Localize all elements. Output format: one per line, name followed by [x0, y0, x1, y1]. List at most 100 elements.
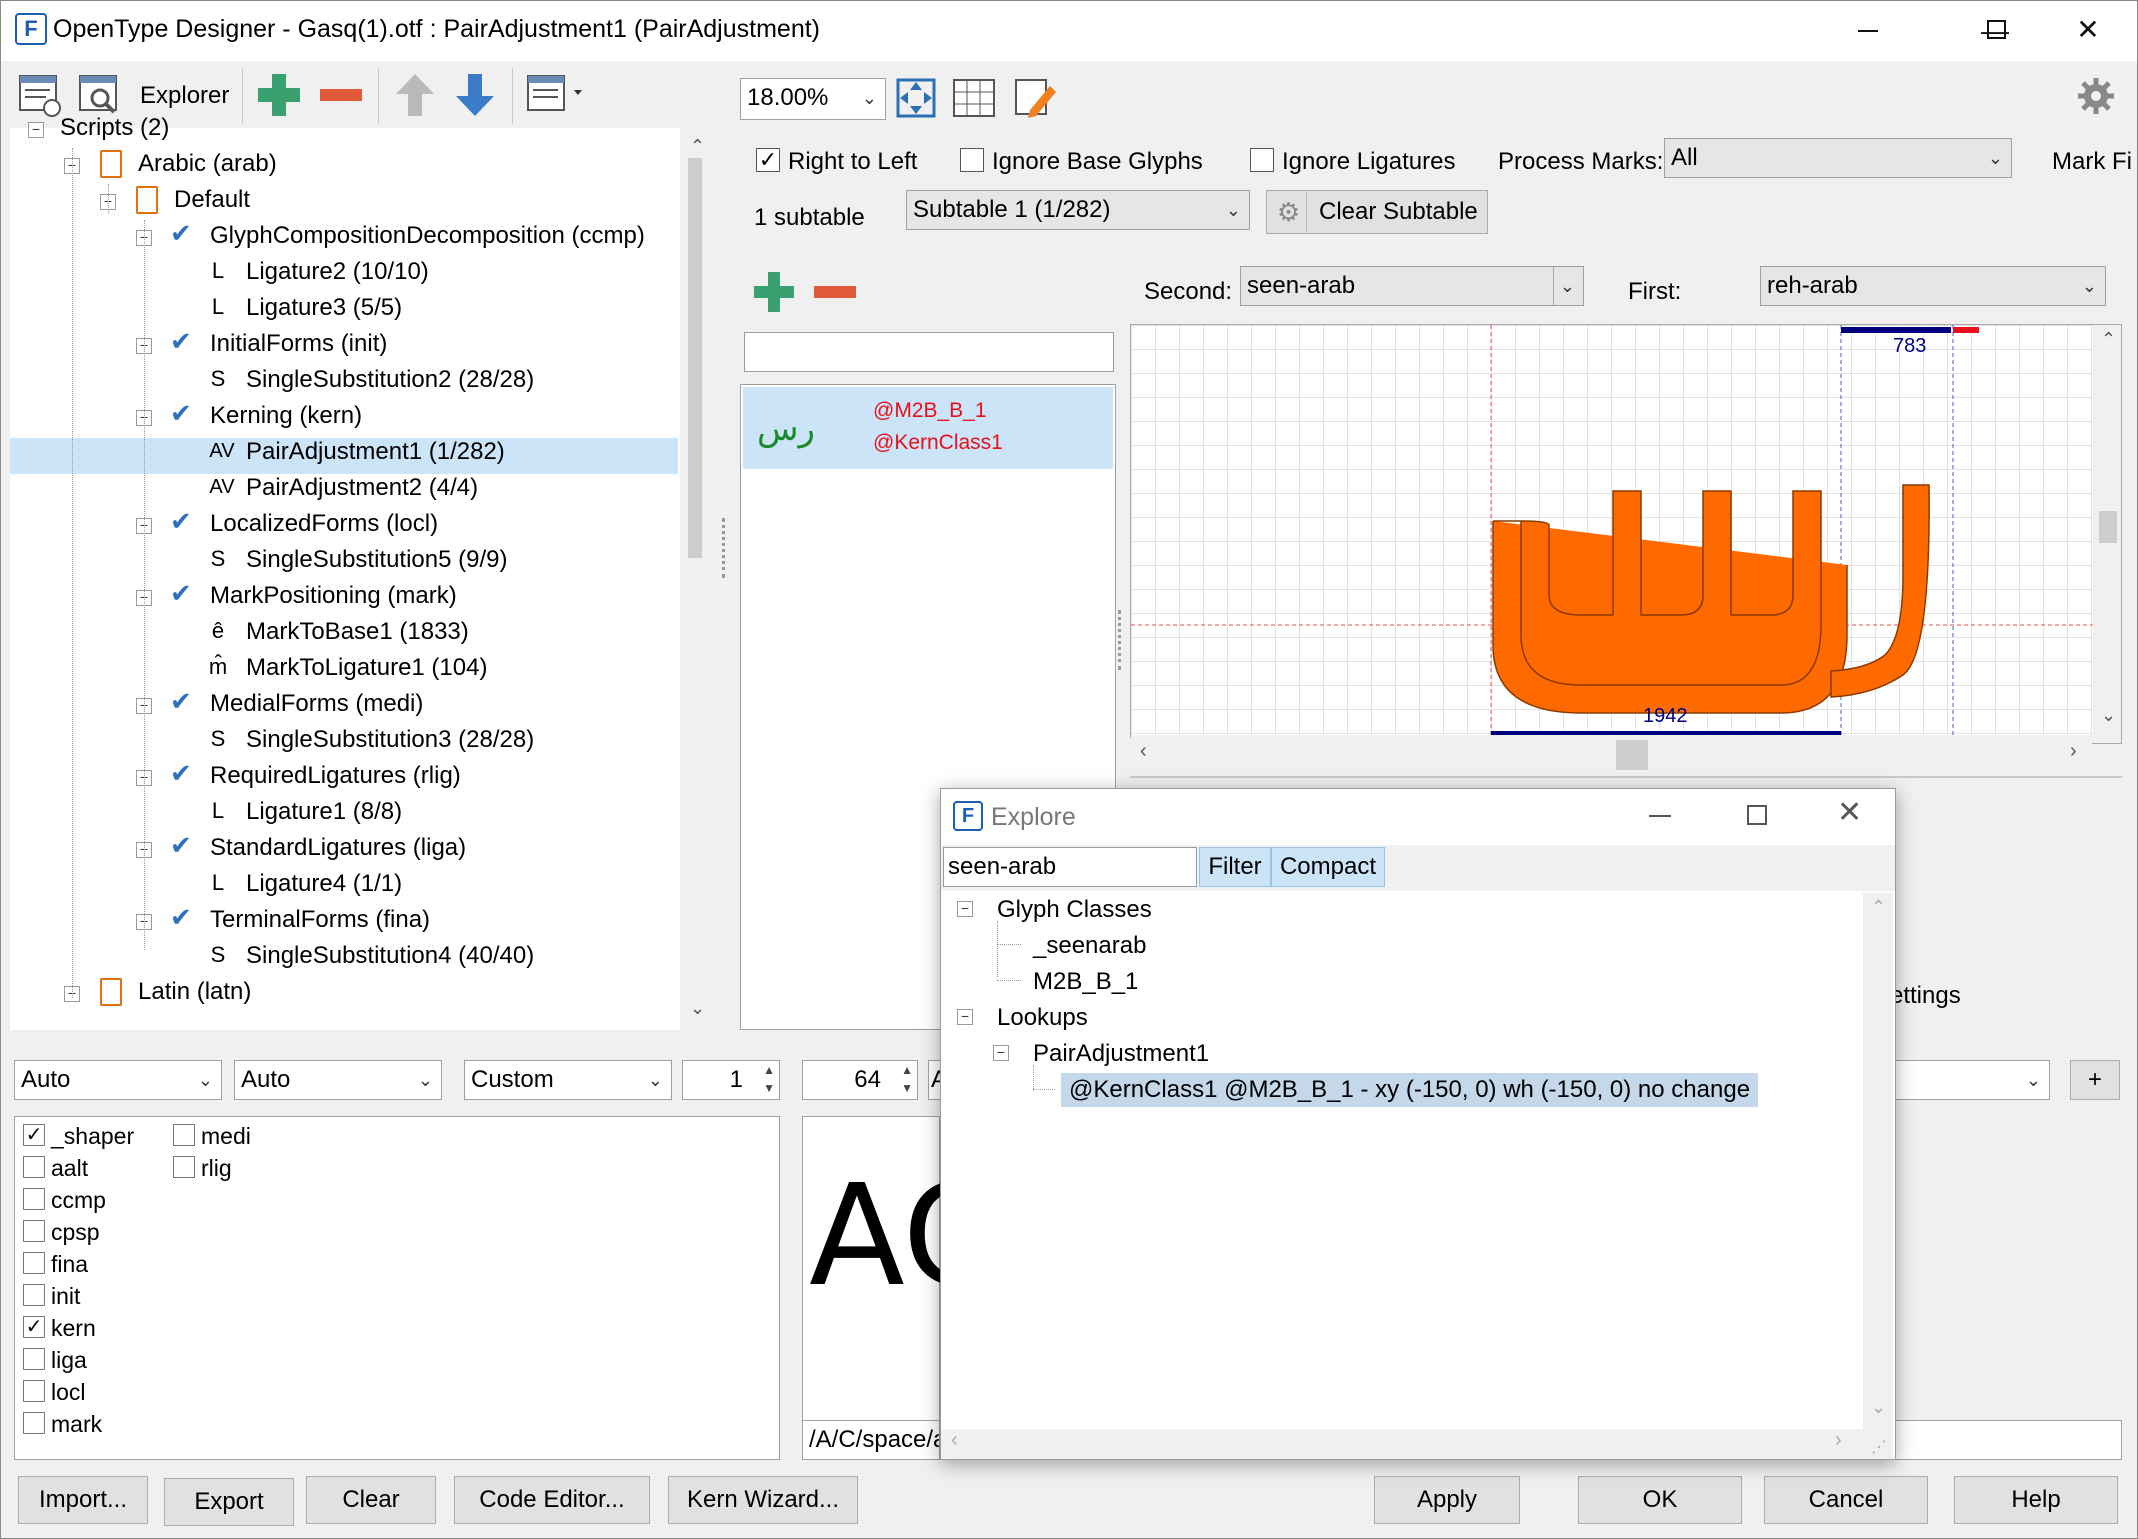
feature-checkbox[interactable] — [23, 1284, 45, 1306]
feature-checkbox[interactable] — [23, 1220, 45, 1242]
minimize-button-2[interactable] — [1838, 8, 1898, 52]
preview-text-input[interactable]: /A/C/space/a — [802, 1420, 940, 1460]
explore-minimize-icon[interactable] — [1649, 815, 1671, 817]
features-preset-combo[interactable]: Custom ⌄ — [464, 1060, 672, 1100]
tree-item-ss4[interactable]: SingleSubstitution4 (40/40) — [246, 939, 534, 973]
explore-class-m2b[interactable]: M2B_B_1 — [1033, 965, 1138, 999]
pair-list-item[interactable]: رس @M2B_B_1 @KernClass1 — [743, 387, 1113, 469]
feature-checkbox[interactable] — [173, 1156, 195, 1178]
feature-checkbox[interactable] — [23, 1252, 45, 1274]
tree-item-mtb[interactable]: MarkToBase1 (1833) — [246, 615, 469, 649]
tree-item-ss2[interactable]: SingleSubstitution2 (28/28) — [246, 363, 534, 397]
zoom-combo[interactable]: 18.00% ⌄ — [740, 78, 886, 120]
tree-item-arabic[interactable]: Arabic (arab) — [138, 147, 277, 181]
tree-item-ss3[interactable]: SingleSubstitution3 (28/28) — [246, 723, 534, 757]
expander-pairadjustment1[interactable]: − — [993, 1045, 1009, 1061]
move-down-icon[interactable] — [450, 70, 500, 120]
tree-item-latin[interactable]: Latin (latn) — [138, 975, 251, 1009]
tree-item-fina[interactable]: TerminalForms (fina) — [210, 903, 430, 937]
tree-item-ss5[interactable]: SingleSubstitution5 (9/9) — [246, 543, 508, 577]
clear-button[interactable]: Clear — [306, 1476, 436, 1524]
direction-combo[interactable]: Auto ⌄ — [14, 1060, 222, 1100]
tree-item-mtl[interactable]: MarkToLigature1 (104) — [246, 651, 487, 685]
explore-vscroll[interactable]: ⌃ ⌄ — [1863, 893, 1893, 1433]
tree-item-lig2[interactable]: Ligature2 (10/10) — [246, 255, 429, 289]
import-button[interactable]: Import... — [18, 1476, 148, 1524]
tree-item-rlig[interactable]: RequiredLigatures (rlig) — [210, 759, 461, 793]
canvas-vscroll[interactable]: ⌃ ⌄ — [2093, 325, 2121, 735]
preview-text-input-right[interactable] — [1894, 1420, 2122, 1460]
spin-count[interactable]: 1 ▲ ▼ — [682, 1060, 780, 1100]
process-marks-combo[interactable]: All ⌄ — [1664, 138, 2012, 178]
tree-item-ccmp[interactable]: GlyphCompositionDecomposition (ccmp) — [210, 219, 645, 253]
tree-item-medi[interactable]: MedialForms (medi) — [210, 687, 423, 721]
cancel-button[interactable]: Cancel — [1764, 1476, 1928, 1524]
tree-item-pa1[interactable]: PairAdjustment1 (1/282) — [246, 435, 505, 469]
ok-button[interactable]: OK — [1578, 1476, 1742, 1524]
explore-lookup-pa1[interactable]: PairAdjustment1 — [1033, 1037, 1209, 1071]
pair-filter-input[interactable] — [744, 332, 1114, 372]
explore-class-seenarab[interactable]: _seenarab — [1033, 929, 1146, 963]
tree-expander[interactable]: − — [28, 122, 44, 138]
feature-checkbox[interactable]: ✓ — [23, 1316, 45, 1338]
tree-item-init[interactable]: InitialForms (init) — [210, 327, 387, 361]
filter-button[interactable]: Filter — [1199, 847, 1271, 887]
explore-maximize-icon[interactable] — [1747, 805, 1767, 825]
kern-wizard-button[interactable]: Kern Wizard... — [668, 1476, 858, 1524]
ignore-base-checkbox[interactable] — [960, 148, 984, 172]
remove-icon[interactable] — [316, 70, 366, 120]
explore-search-input[interactable]: seen-arab — [943, 847, 1197, 887]
add-pair-icon[interactable] — [752, 270, 796, 314]
add-icon[interactable] — [254, 70, 304, 120]
remove-pair-icon[interactable] — [812, 270, 858, 314]
export-button[interactable]: Export — [164, 1478, 294, 1526]
explore-result-row[interactable]: @KernClass1 @M2B_B_1 - xy (-150, 0) wh (… — [1061, 1073, 1759, 1107]
expander-lookups[interactable]: − — [957, 1009, 973, 1025]
code-editor-button[interactable]: Code Editor... — [454, 1476, 650, 1524]
tree-item-lig1[interactable]: Ligature1 (8/8) — [246, 795, 402, 829]
tree-item-lig3[interactable]: Ligature3 (5/5) — [246, 291, 402, 325]
second-combo[interactable]: seen-arab ⌄ — [1240, 266, 1584, 306]
tree-scrollbar[interactable]: ⌃ ⌄ — [680, 128, 710, 1030]
tree-item-mark[interactable]: MarkPositioning (mark) — [210, 579, 457, 613]
help-button[interactable]: Help — [1954, 1476, 2118, 1524]
settings-gear-icon[interactable] — [2070, 72, 2118, 120]
explore-glyph-classes[interactable]: Glyph Classes — [997, 893, 1152, 927]
tree-item-locl[interactable]: LocalizedForms (locl) — [210, 507, 438, 541]
canvas-hscroll[interactable]: ‹ › — [1130, 738, 2092, 772]
feature-checkbox[interactable] — [23, 1188, 45, 1210]
feature-checkbox[interactable]: ✓ — [23, 1124, 45, 1146]
move-up-icon[interactable] — [390, 70, 440, 120]
fit-view-icon[interactable] — [892, 74, 940, 122]
tree-item-kern[interactable]: Kerning (kern) — [210, 399, 362, 433]
spin-size[interactable]: 64 ▲ ▼ — [802, 1060, 918, 1100]
tree-item-liga[interactable]: StandardLigatures (liga) — [210, 831, 466, 865]
splitter-handle-2[interactable] — [1118, 610, 1124, 670]
grid-view-icon[interactable] — [950, 74, 998, 122]
close-button[interactable]: ✕ — [2058, 8, 2118, 52]
tree-item-pa2[interactable]: PairAdjustment2 (4/4) — [246, 471, 478, 505]
add-text-button[interactable]: + — [2070, 1060, 2120, 1100]
edit-glyph-icon[interactable] — [1010, 74, 1058, 122]
explore-close-icon[interactable]: ✕ — [1837, 795, 1862, 830]
tree-item-lig4[interactable]: Ligature4 (1/1) — [246, 867, 402, 901]
first-combo[interactable]: reh-arab ⌄ — [1760, 266, 2106, 306]
apply-button[interactable]: Apply — [1374, 1476, 1520, 1524]
splitter-handle[interactable] — [722, 518, 728, 578]
subtable-combo[interactable]: Subtable 1 (1/282) ⌄ — [906, 190, 1250, 230]
rtl-checkbox[interactable]: ✓ — [756, 148, 780, 172]
feature-checkbox[interactable] — [23, 1412, 45, 1434]
tree-item-root[interactable]: Scripts (2) — [60, 111, 169, 145]
view-options-icon[interactable] — [524, 70, 594, 120]
script-combo[interactable]: Auto ⌄ — [234, 1060, 442, 1100]
clear-subtable-button[interactable]: ⚙ Clear Subtable — [1266, 190, 1488, 234]
feature-checkbox[interactable] — [23, 1348, 45, 1370]
ignore-lig-checkbox[interactable] — [1250, 148, 1274, 172]
feature-checkbox[interactable] — [173, 1124, 195, 1146]
kerning-preview-canvas[interactable]: 783 1942 ⌃ ⌄ — [1130, 324, 2122, 744]
expander-glyph-classes[interactable]: − — [957, 901, 973, 917]
explore-hscroll[interactable]: ‹ › ⋰ — [941, 1429, 1893, 1459]
explorer-button[interactable]: Explorer — [140, 82, 229, 110]
right-partial-combo[interactable]: ⌄ — [1890, 1060, 2050, 1100]
explore-lookups[interactable]: Lookups — [997, 1001, 1088, 1035]
